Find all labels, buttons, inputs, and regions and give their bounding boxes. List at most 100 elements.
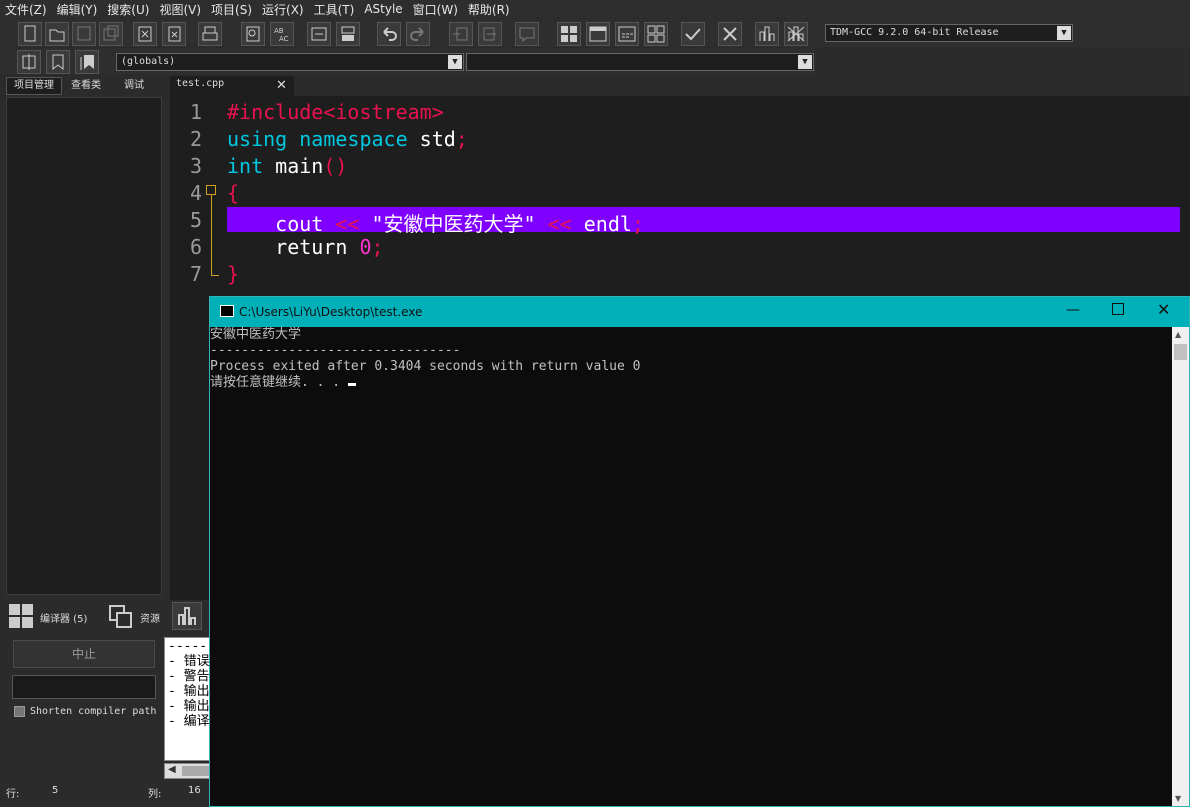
log-hscrollbar[interactable]: ◀ (164, 763, 210, 779)
scroll-thumb[interactable] (182, 766, 209, 776)
chevron-down-icon: ▼ (1057, 26, 1071, 40)
close-all-icon[interactable] (162, 22, 186, 46)
code-token: int (227, 154, 276, 178)
comment-icon[interactable] (515, 22, 539, 46)
menu-view[interactable]: 视图(V) (154, 1, 206, 18)
line-number: 3 (189, 154, 202, 178)
code-line: int main() (227, 154, 347, 178)
bookmark-toggle-icon[interactable] (336, 22, 360, 46)
compile-log[interactable]: ----- - 错误 - 警告 - 输出 - 输出 - 编译 (164, 637, 210, 761)
save-icon[interactable] (72, 22, 96, 46)
menu-file[interactable]: 文件(Z) (0, 1, 52, 18)
minimize-icon[interactable]: — (1066, 302, 1080, 318)
goto-bookmark-icon[interactable] (75, 50, 99, 74)
replace-icon[interactable]: AB AC (270, 22, 294, 46)
code-line: } (227, 262, 239, 286)
scope-select[interactable]: (globals) ▼ (116, 53, 464, 71)
redo-icon[interactable] (406, 22, 430, 46)
tab-compiler[interactable]: 编译器 (5) (40, 610, 87, 625)
tab-project[interactable]: 项目管理 (6, 77, 62, 95)
stop-icon[interactable] (718, 22, 742, 46)
editor-tab[interactable]: test.cpp ✕ (170, 76, 294, 96)
status-col-value: 16 (188, 785, 201, 796)
save-all-icon[interactable] (99, 22, 123, 46)
close-icon[interactable]: ✕ (1157, 300, 1170, 319)
menu-astyle[interactable]: AStyle (359, 2, 407, 16)
fold-icon[interactable] (206, 185, 216, 195)
console-window[interactable]: C:\Users\LiYu\Desktop\test.exe — ✕ 安徽中医药… (209, 296, 1190, 807)
console-titlebar[interactable]: C:\Users\LiYu\Desktop\test.exe — ✕ (210, 297, 1189, 327)
run-icon[interactable] (586, 22, 610, 46)
compiler-select-value: TDM-GCC 9.2.0 64-bit Release (830, 27, 999, 38)
code-token: ; (371, 235, 384, 259)
syntax-check-icon[interactable] (681, 22, 705, 46)
print-icon[interactable] (198, 22, 222, 46)
scroll-thumb[interactable] (1174, 344, 1187, 360)
code-line: { (227, 181, 239, 205)
maximize-icon[interactable] (1112, 303, 1124, 315)
compile-run-icon[interactable] (615, 22, 639, 46)
close-file-icon[interactable] (133, 22, 157, 46)
menu-project[interactable]: 项目(S) (206, 1, 257, 18)
code-token: { (227, 181, 240, 205)
function-select[interactable]: ▼ (466, 53, 814, 71)
code-token: main (275, 154, 324, 178)
log-line: - 输出 (168, 684, 210, 699)
chevron-down-icon: ▼ (798, 55, 812, 69)
insert-icon[interactable] (17, 50, 41, 74)
menu-run[interactable]: 运行(X) (257, 1, 309, 18)
chevron-down-icon: ▼ (448, 55, 462, 69)
svg-text:AB: AB (274, 27, 284, 35)
scope-select-value: (globals) (121, 56, 176, 67)
tab-classes[interactable]: 查看类 (62, 78, 110, 94)
find-icon[interactable] (241, 22, 265, 46)
goto-line-icon[interactable] (307, 22, 331, 46)
menu-help[interactable]: 帮助(R) (463, 1, 515, 18)
line-number: 1 (189, 100, 202, 124)
rebuild-icon[interactable] (644, 22, 668, 46)
editor-gutter-lower (170, 296, 210, 600)
bookmark-icon[interactable] (46, 50, 70, 74)
left-panel: 项目管理 查看类 调试 (0, 76, 168, 600)
new-file-icon[interactable] (18, 22, 42, 46)
resources-icon (108, 604, 134, 630)
tab-debug[interactable]: 调试 (112, 78, 156, 94)
editor-tab-label: test.cpp (176, 78, 225, 89)
undo-icon[interactable] (377, 22, 401, 46)
close-icon[interactable]: ✕ (276, 78, 287, 93)
compile-icon[interactable] (557, 22, 581, 46)
code-token: "安徽中医药大学" (371, 212, 548, 236)
code-token: ; (455, 127, 468, 151)
scroll-up-icon[interactable]: ▲ (1175, 330, 1181, 339)
code-line: cout << "安徽中医药大学" << endl; (227, 208, 644, 237)
code-token: << (335, 212, 372, 236)
console-line: 安徽中医药大学 (210, 327, 302, 342)
console-output: 安徽中医药大学 -------------------------------- P… (210, 327, 1170, 391)
compile-log-tab[interactable] (172, 602, 202, 630)
menu-edit[interactable]: 编辑(Y) (52, 1, 103, 18)
delete-profile-icon[interactable] (784, 22, 808, 46)
code-editor[interactable]: 1 #include<iostream> 2 using namespace std;… (170, 96, 1190, 296)
compiler-select[interactable]: TDM-GCC 9.2.0 64-bit Release ▼ (825, 24, 1073, 42)
menu-tools[interactable]: 工具(T) (309, 1, 360, 18)
shorten-path-checkbox[interactable] (14, 706, 25, 717)
code-token: cout (227, 212, 336, 236)
scroll-left-icon[interactable]: ◀ (168, 764, 176, 775)
code-token: using (227, 127, 300, 151)
abort-button[interactable]: 中止 (13, 640, 155, 668)
profile-icon[interactable] (755, 22, 779, 46)
unindent-icon[interactable] (478, 22, 502, 46)
fold-end (211, 275, 219, 276)
status-row-label: 行: (6, 789, 20, 800)
tab-resources[interactable]: 资源 (140, 610, 160, 625)
code-token: namespace (299, 127, 420, 151)
menu-search[interactable]: 搜索(U) (102, 1, 154, 18)
scroll-down-icon[interactable]: ▼ (1175, 794, 1181, 803)
menu-window[interactable]: 窗口(W) (408, 1, 463, 18)
text-cursor (347, 383, 356, 386)
project-tree[interactable] (6, 97, 162, 595)
line-number: 7 (189, 262, 202, 286)
open-file-icon[interactable] (45, 22, 69, 46)
indent-icon[interactable] (449, 22, 473, 46)
console-scrollbar[interactable]: ▲ ▼ (1172, 327, 1189, 806)
